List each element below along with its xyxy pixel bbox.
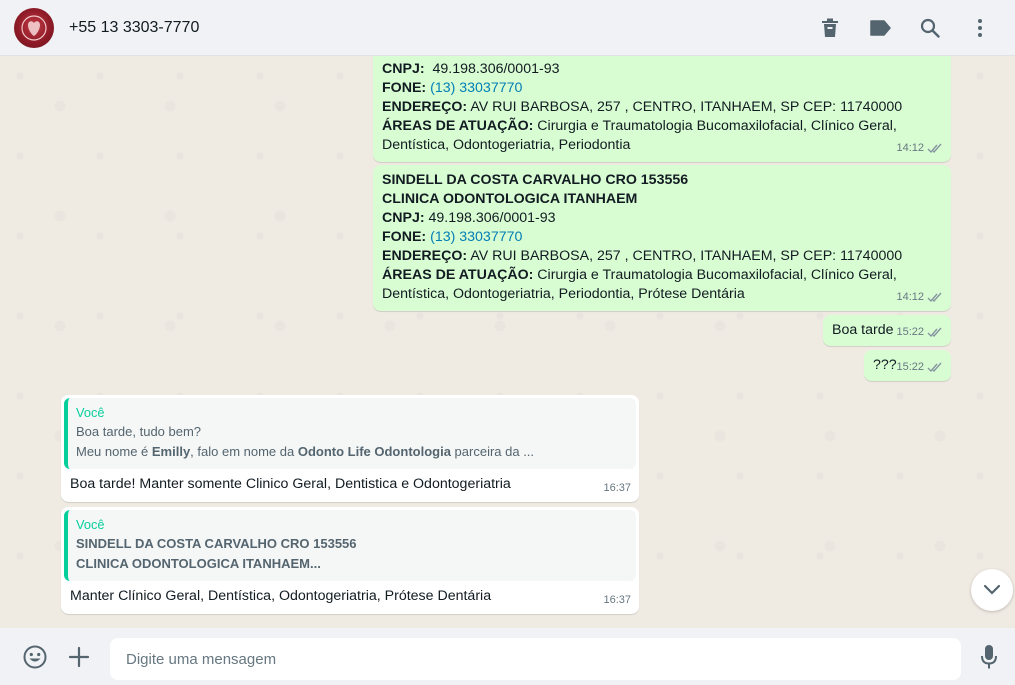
areas-value: Cirurgia e Traumatologia Bucomaxilofacia… [537, 267, 897, 283]
message-incoming[interactable]: Você SINDELL DA COSTA CARVALHO CRO 15355… [61, 507, 639, 614]
message-line: FONE: (13) 33037770 [382, 79, 942, 98]
message-line: ÁREAS DE ATUAÇÃO: Cirurgia e Traumatolog… [382, 266, 942, 285]
message-outgoing[interactable]: Boa tarde 15:22 [823, 315, 951, 346]
attach-icon [68, 646, 90, 668]
message-text: Boa tarde! Manter somente Clinico Geral,… [70, 476, 511, 492]
read-ticks-icon [927, 143, 942, 154]
message-meta: 16:37 [603, 591, 631, 610]
message-line: CLINICA ODONTOLOGICA ITANHAEM [382, 191, 638, 207]
address-value: AV RUI BARBOSA, 257 , CENTRO, ITANHAEM, … [470, 248, 903, 264]
quote-text: Meu nome é [76, 444, 152, 459]
areas-label: ÁREAS DE ATUAÇÃO: [382, 118, 534, 134]
header-actions [805, 8, 1005, 48]
message-line: Dentística, Odontogeriatria, Periodontia [382, 137, 631, 153]
message-text: ??? [873, 357, 897, 373]
address-value: AV RUI BARBOSA, 257 , CENTRO, ITANHAEM, … [470, 99, 903, 115]
message-time: 14:12 [896, 291, 924, 303]
areas-value: Cirurgia e Traumatologia Bucomaxilofacia… [537, 118, 897, 134]
message-outgoing[interactable]: CNPJ: 49.198.306/0001-93 FONE: (13) 3303… [373, 56, 951, 162]
areas-label: ÁREAS DE ATUAÇÃO: [382, 267, 534, 283]
label-button[interactable] [855, 8, 905, 48]
message-line: SINDELL DA COSTA CARVALHO CRO 153556 [382, 172, 689, 188]
read-ticks-icon [927, 292, 942, 303]
menu-button[interactable] [955, 8, 1005, 48]
message-meta: 15:22 [896, 358, 943, 377]
message-line: CNPJ: 49.198.306/0001-93 [382, 209, 942, 228]
message-line: ENDEREÇO: AV RUI BARBOSA, 257 , CENTRO, … [382, 247, 942, 266]
quote-line: Boa tarde, tudo bem? [76, 424, 202, 439]
fone-label: FONE: [382, 80, 427, 96]
quote-text: parceira da ... [450, 444, 535, 459]
message-line: Dentística, Odontogeriatria, Periodontia… [382, 286, 745, 302]
message-text: Manter Clínico Geral, Dentística, Odonto… [70, 588, 492, 604]
cnpj-label: CNPJ: [382, 210, 425, 226]
message-line: ENDEREÇO: AV RUI BARBOSA, 257 , CENTRO, … [382, 98, 942, 117]
message-time: 15:22 [896, 326, 924, 338]
quoted-message[interactable]: Você SINDELL DA COSTA CARVALHO CRO 15355… [64, 510, 636, 581]
quote-line: Meu nome é Emilly, falo em nome da Odont… [76, 442, 626, 462]
quote-text-bold: Odonto Life Odontologia [297, 444, 451, 459]
avatar[interactable] [14, 7, 54, 48]
label-icon [870, 19, 891, 36]
microphone-button[interactable] [974, 642, 1004, 672]
phone-link[interactable]: (13) 33037770 [430, 229, 522, 245]
contact-name[interactable]: +55 13 3303-7770 [69, 19, 199, 37]
attach-button[interactable] [64, 642, 94, 672]
quoted-message[interactable]: Você Boa tarde, tudo bem? Meu nome é Emi… [64, 398, 636, 469]
quote-line: SINDELL DA COSTA CARVALHO CRO 153556 [76, 536, 357, 551]
message-input[interactable] [110, 638, 961, 680]
microphone-icon [981, 645, 997, 669]
cnpj-label: CNPJ: [382, 61, 425, 77]
message-meta: 16:37 [603, 479, 631, 498]
scroll-to-bottom-button[interactable] [971, 569, 1013, 611]
quote-author: Você [76, 517, 105, 532]
quote-text: , falo em nome da [190, 444, 298, 459]
quote-line: CLINICA ODONTOLOGICA ITANHAEM... [76, 556, 321, 571]
composer [0, 628, 1015, 685]
search-button[interactable] [905, 8, 955, 48]
chevron-down-icon [983, 584, 1001, 595]
message-time: 14:12 [896, 142, 924, 154]
message-meta: 14:12 [896, 139, 943, 158]
message-line: ÁREAS DE ATUAÇÃO: Cirurgia e Traumatolog… [382, 117, 942, 136]
quote-author: Você [76, 405, 105, 420]
message-meta: 15:22 [896, 323, 943, 342]
phone-link[interactable]: (13) 33037770 [430, 80, 522, 96]
avatar-logo-icon [21, 14, 47, 41]
quote-text-bold: Emilly [151, 444, 191, 459]
message-outgoing[interactable]: SINDELL DA COSTA CARVALHO CRO 153556 CLI… [373, 165, 951, 311]
cnpj-value: 49.198.306/0001-93 [428, 210, 556, 226]
chat-header: +55 13 3303-7770 [0, 0, 1015, 56]
chat-area[interactable]: CNPJ: 49.198.306/0001-93 FONE: (13) 3303… [0, 56, 1015, 628]
delete-button[interactable] [805, 8, 855, 48]
message-incoming[interactable]: Você Boa tarde, tudo bem? Meu nome é Emi… [61, 395, 639, 502]
delete-icon [822, 18, 838, 37]
read-ticks-icon [927, 362, 942, 373]
message-meta: 14:12 [896, 288, 943, 307]
address-label: ENDEREÇO: [382, 248, 468, 264]
menu-icon [978, 18, 982, 37]
message-line: FONE: (13) 33037770 [382, 228, 942, 247]
search-icon [920, 18, 940, 38]
fone-label: FONE: [382, 229, 427, 245]
read-ticks-icon [927, 327, 942, 338]
emoji-icon [23, 645, 47, 669]
emoji-button[interactable] [20, 642, 50, 672]
message-time: 16:37 [603, 482, 631, 494]
message-time: 15:22 [896, 361, 924, 373]
message-line: CNPJ: 49.198.306/0001-93 [382, 60, 942, 79]
cnpj-value: 49.198.306/0001-93 [432, 61, 560, 77]
message-text: Boa tarde [832, 322, 894, 338]
address-label: ENDEREÇO: [382, 99, 468, 115]
message-time: 16:37 [603, 594, 631, 606]
message-outgoing[interactable]: ??? 15:22 [864, 350, 951, 381]
